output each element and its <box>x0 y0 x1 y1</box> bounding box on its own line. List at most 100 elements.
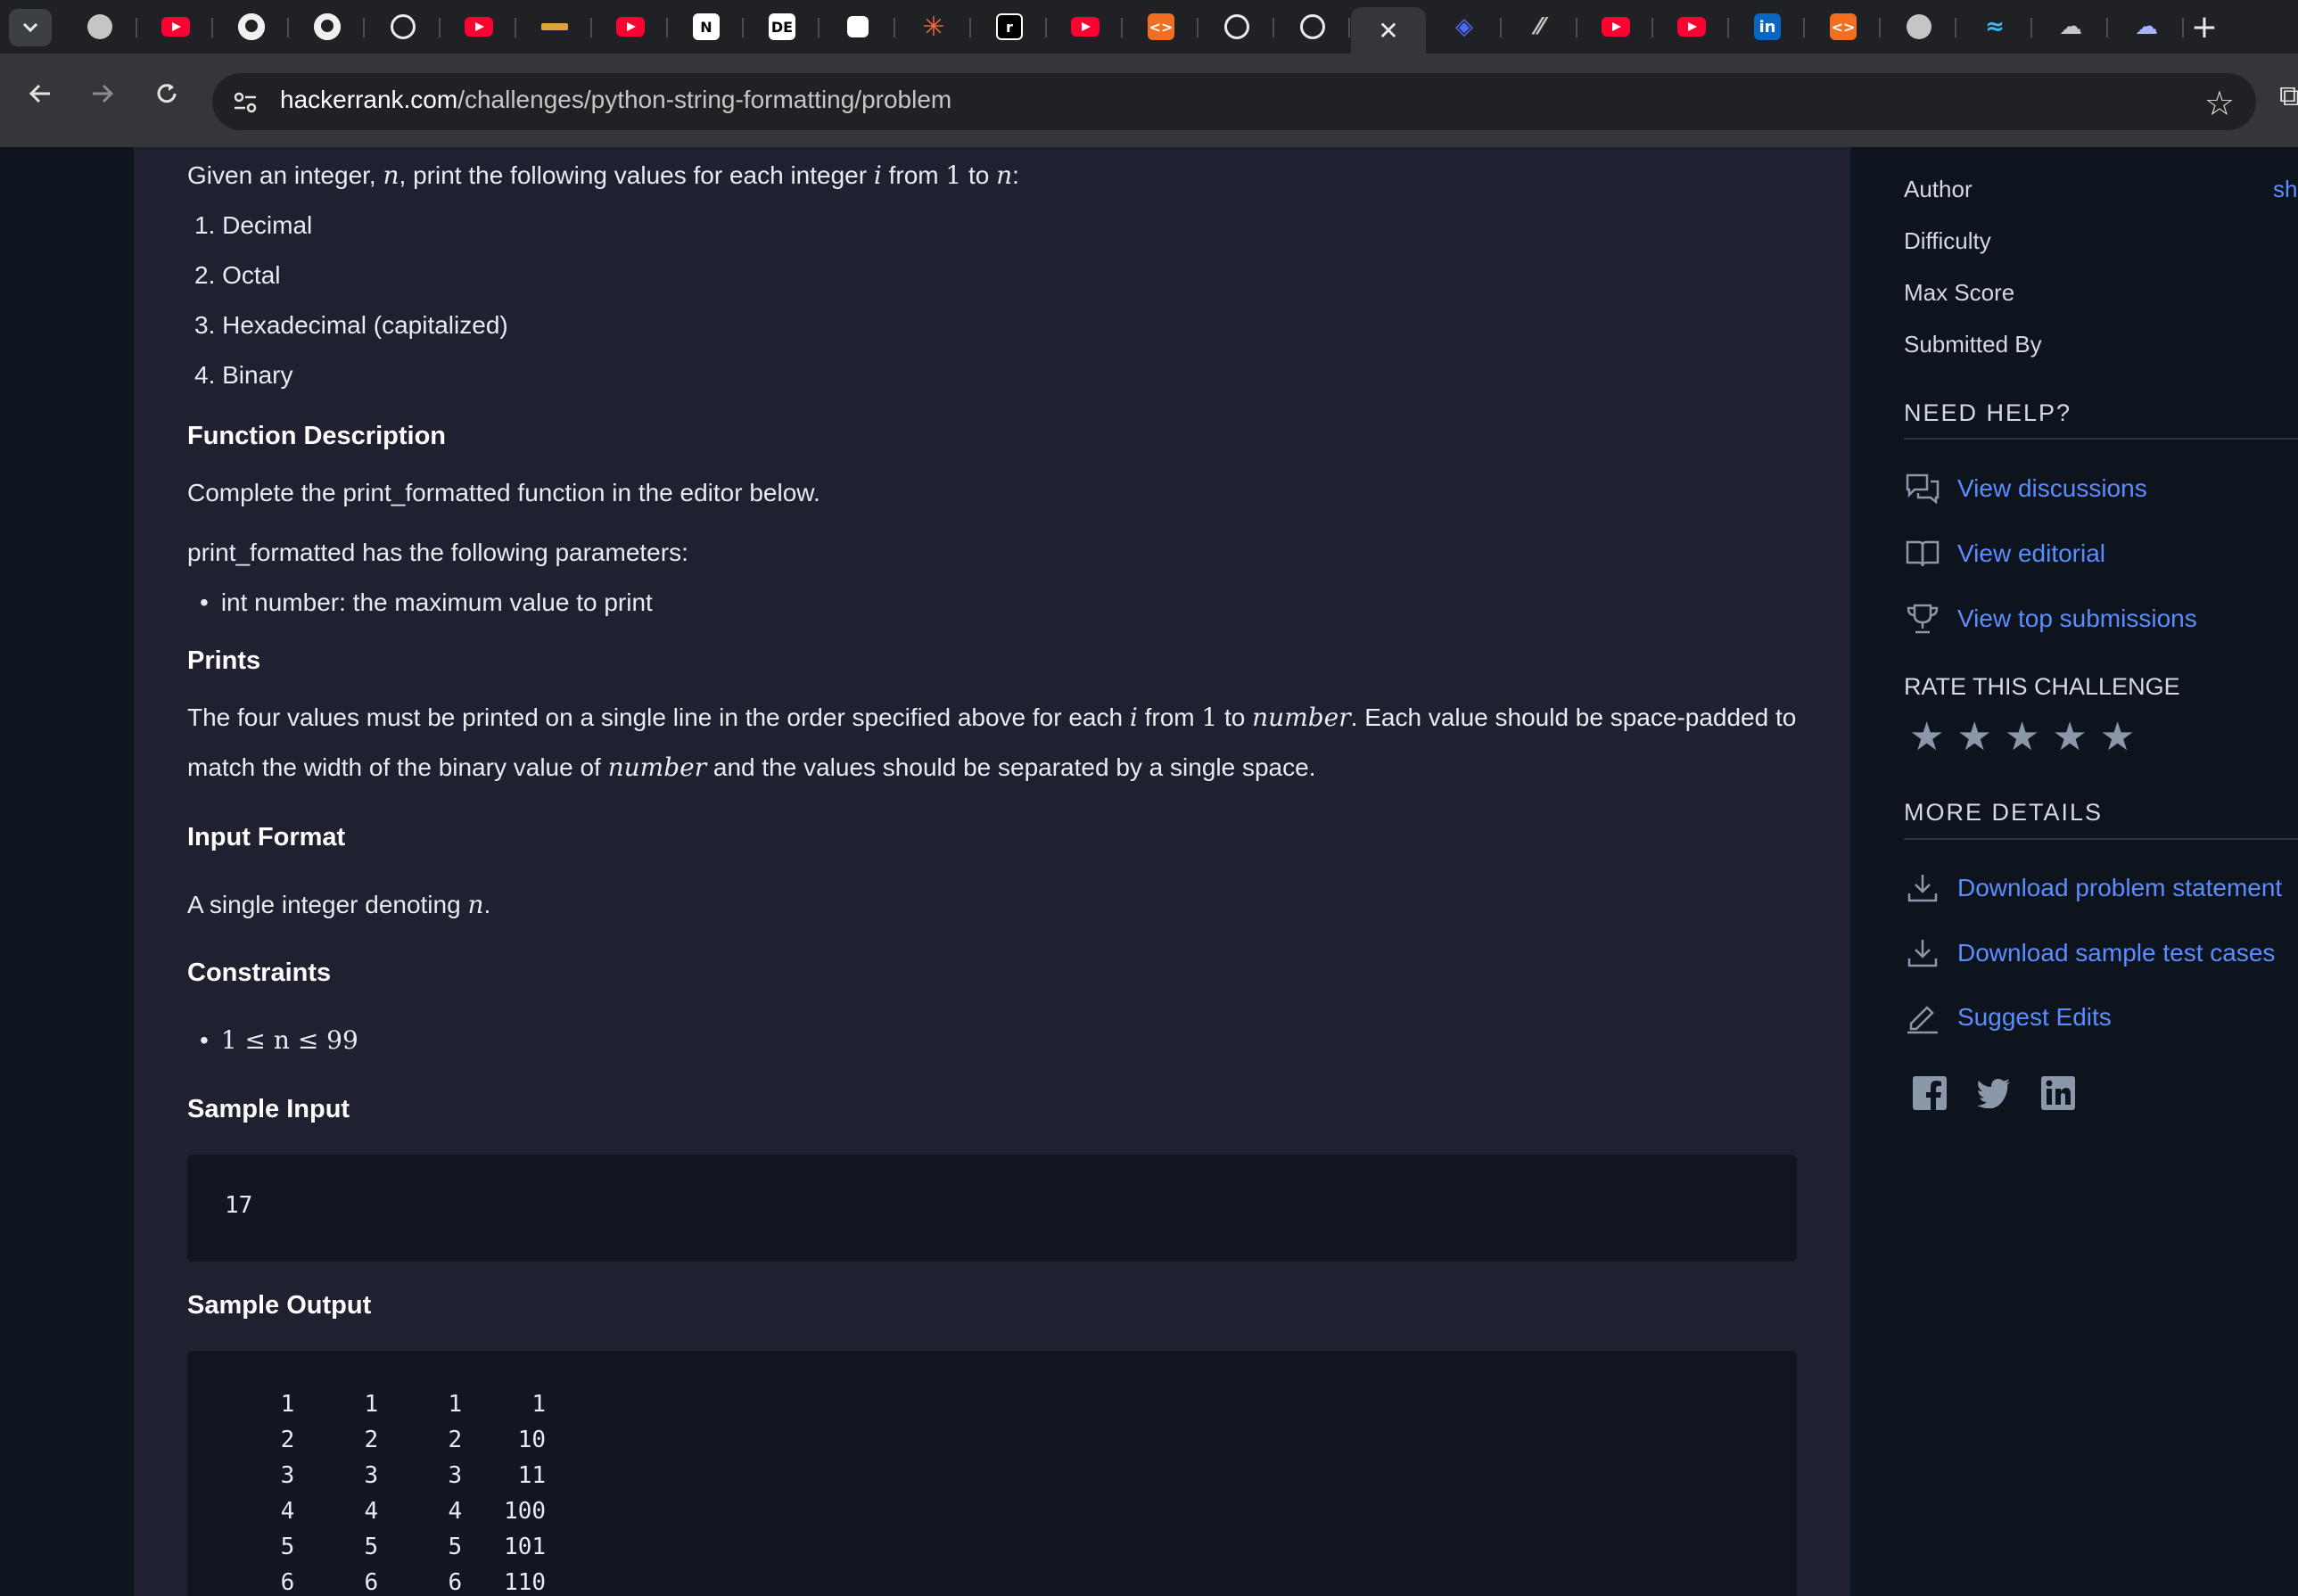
extensions-icon[interactable]: ⧉ <box>2279 78 2298 113</box>
tab-slash[interactable]: ⁄⁄ <box>1503 7 1577 46</box>
site-info-icon[interactable] <box>228 86 262 119</box>
view-editorial-link[interactable]: View editorial <box>1904 536 2105 572</box>
github-icon <box>314 13 341 40</box>
star-icon[interactable]: ★ <box>2052 718 2087 757</box>
input-format-text: A single integer denoting n. <box>187 890 491 919</box>
facebook-icon[interactable] <box>1911 1074 1948 1112</box>
tab-linkedin[interactable]: in <box>1730 7 1805 46</box>
sample-output-heading: Sample Output <box>187 1291 372 1320</box>
tab-youtube[interactable] <box>1578 7 1653 46</box>
chevron-down-icon <box>22 22 38 33</box>
youtube-icon <box>1602 17 1630 37</box>
address-bar[interactable]: hackerrank.com/challenges/python-string-… <box>212 73 2256 130</box>
sample-input-heading: Sample Input <box>187 1095 350 1123</box>
plus-icon: + <box>2190 8 2219 45</box>
constraint-item: 1 ≤ n ≤ 99 <box>200 1023 358 1058</box>
globe-icon <box>87 14 112 39</box>
page-viewport: Given an integer, n, print the following… <box>0 147 2298 1596</box>
star-icon[interactable]: ★ <box>2005 718 2039 757</box>
new-tab-button[interactable]: + <box>2185 7 2224 46</box>
download-problem-statement-link[interactable]: Download problem statement <box>1904 870 2282 906</box>
list-item: 2. Octal <box>194 261 281 289</box>
tab-globe[interactable] <box>62 7 137 46</box>
tab-claude[interactable]: ✳ <box>896 7 971 46</box>
globe-icon <box>1907 14 1931 39</box>
star-icon[interactable]: ★ <box>1909 718 1944 757</box>
view-discussions-link[interactable]: View discussions <box>1904 471 2147 506</box>
tab-college[interactable] <box>517 7 592 46</box>
suggest-edits-link[interactable]: Suggest Edits <box>1904 1000 2112 1035</box>
tab-youtube[interactable] <box>1654 7 1729 46</box>
view-top-submissions-link[interactable]: View top submissions <box>1904 601 2197 637</box>
cloud-icon: ☁ <box>2135 13 2158 40</box>
sample-output-block: 1 1 1 1 2 2 2 10 3 3 3 11 4 4 4 100 5 5 … <box>187 1351 1797 1596</box>
more-details-title: MORE DETAILS <box>1904 799 2104 826</box>
deepseek-icon: ◈ <box>1455 13 1473 40</box>
challenge-sidebar: Author sh Difficulty Max Score Submitted… <box>1850 147 2298 1596</box>
divider <box>1904 838 2298 840</box>
max-score-label: Max Score <box>1904 279 2015 306</box>
tab-search-button[interactable] <box>9 9 52 46</box>
tab-openai[interactable] <box>1275 7 1350 46</box>
tab-codechef[interactable]: <> <box>1124 7 1198 46</box>
star-icon[interactable]: ★ <box>2100 718 2135 757</box>
constraints-heading: Constraints <box>187 958 332 987</box>
openai-icon <box>1300 14 1325 39</box>
function-description-text: Complete the print_formatted function in… <box>187 479 820 506</box>
parameters-text: print_formatted has the following parame… <box>187 539 688 566</box>
tab-openai[interactable] <box>366 7 441 46</box>
tab-notion[interactable]: N <box>669 7 744 46</box>
tab-youtube[interactable] <box>593 7 668 46</box>
tab-youtube[interactable] <box>441 7 516 46</box>
sample-input-block: 17 <box>187 1155 1797 1262</box>
tab-codechef[interactable]: <> <box>1806 7 1881 46</box>
tab-globe[interactable] <box>1882 7 1956 46</box>
tab-replit[interactable]: r <box>972 7 1047 46</box>
tab-youtube[interactable] <box>1048 7 1123 46</box>
tab-github[interactable] <box>290 7 365 46</box>
prints-text: The four values must be printed on a sin… <box>187 703 1797 782</box>
linkedin-icon[interactable] <box>2039 1074 2077 1112</box>
tab-cloud[interactable]: ☁ <box>2109 7 2184 46</box>
discussion-icon <box>1904 471 1941 506</box>
browser-toolbar: hackerrank.com/challenges/python-string-… <box>0 53 2298 147</box>
difficulty-label: Difficulty <box>1904 227 1991 254</box>
youtube-icon <box>1071 17 1100 37</box>
tab-cloud[interactable]: ☁ <box>2033 7 2108 46</box>
star-icon[interactable]: ★ <box>1956 718 1991 757</box>
divider <box>1904 438 2298 440</box>
close-icon[interactable]: ✕ <box>1375 16 1402 45</box>
tab-de[interactable]: DE <box>745 7 820 46</box>
slash-icon: ⁄⁄ <box>1536 13 1544 40</box>
download-icon <box>1904 935 1941 971</box>
claude-icon: ✳ <box>922 11 945 43</box>
tab-deepseek[interactable]: ◈ <box>1427 7 1502 46</box>
youtube-icon <box>616 17 645 37</box>
tab-hackerrank-active[interactable]: ✕ <box>1351 7 1426 53</box>
replit-icon: r <box>996 13 1023 40</box>
tab-tailwind[interactable]: ≈ <box>1957 7 2032 46</box>
notion-icon: N <box>693 13 720 40</box>
tab-box[interactable] <box>820 7 895 46</box>
bookmark-star-icon[interactable]: ☆ <box>2204 84 2235 123</box>
author-label: Author <box>1904 176 1973 202</box>
back-button[interactable] <box>16 70 64 118</box>
twitter-icon[interactable] <box>1975 1074 2013 1112</box>
intro-text: Given an integer, n, print the following… <box>187 160 1019 190</box>
rate-challenge-title: RATE THIS CHALLENGE <box>1904 673 2180 700</box>
tab-openai[interactable] <box>1199 7 1274 46</box>
download-sample-test-cases-link[interactable]: Download sample test cases <box>1904 935 2275 971</box>
codechef-icon: <> <box>1830 13 1857 40</box>
tab-github[interactable] <box>214 7 289 46</box>
github-icon <box>238 13 265 40</box>
box-icon <box>847 16 869 37</box>
author-link[interactable]: sh <box>2273 176 2297 203</box>
forward-button[interactable] <box>78 70 127 118</box>
reload-button[interactable] <box>143 70 191 118</box>
tab-youtube[interactable] <box>138 7 213 46</box>
youtube-icon <box>1677 17 1706 37</box>
download-icon <box>1904 870 1941 906</box>
trophy-icon <box>1904 601 1941 637</box>
social-share <box>1911 1074 2077 1112</box>
youtube-icon <box>161 17 190 37</box>
